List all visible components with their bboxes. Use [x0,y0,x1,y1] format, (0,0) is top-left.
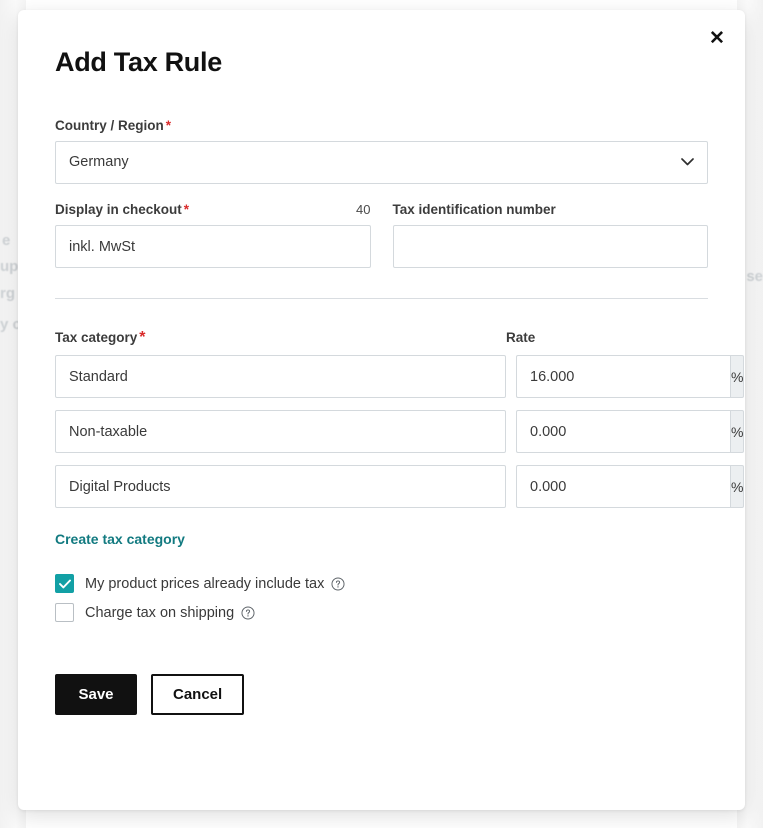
save-button[interactable]: Save [55,674,137,716]
country-region-field-group: Country / Region * [55,118,708,184]
help-icon[interactable] [241,606,255,620]
option-label: My product prices already include tax [85,576,345,592]
country-region-label-text: Country / Region [55,117,164,133]
tax-rate-input[interactable] [516,465,730,509]
percent-suffix: % [730,355,745,399]
display-in-checkout-label-row: Display in checkout * 40 [55,202,371,225]
required-asterisk: * [183,201,190,217]
country-region-label: Country / Region * [55,118,708,134]
tax-rate-cell: % [516,355,745,399]
option-charge-tax-on-shipping: Charge tax on shipping [55,603,708,623]
dialog-body: Add Tax Rule Country / Region* Displ [18,10,745,716]
backdrop-ghost-text: e [2,232,11,249]
table-row: % [55,355,745,399]
tax-rate-cell: % [516,465,745,509]
tax-identification-number-field-group: Tax identification number [392,201,708,269]
tax-category-table-header: Tax category * Rate [55,329,708,347]
section-divider [55,298,708,300]
tax-options-group: My product prices already include tax Ch… [55,574,708,623]
checkbox-charge-tax-on-shipping[interactable] [55,603,74,623]
checkout-and-taxid-row: Display in checkout* 40 Tax identificati… [55,201,708,269]
tax-category-name-input[interactable] [55,410,506,454]
close-icon[interactable]: ✕ [697,18,737,58]
backdrop-ghost-text: rg [0,285,15,302]
checkbox-prices-include-tax[interactable] [55,574,74,594]
tax-identification-number-label: Tax identification number [392,201,556,217]
rate-header-text: Rate [506,330,536,346]
tax-rate-input[interactable] [516,355,730,399]
backdrop-ghost-text: se [746,268,763,285]
cancel-button[interactable]: Cancel [151,674,245,716]
tax-category-name-cell [55,465,506,509]
country-region-select-wrap [55,140,708,184]
rate-column-header: Rate [506,329,708,347]
dialog-actions: Save Cancel [55,674,708,716]
tax-rate-input[interactable] [516,410,730,454]
percent-suffix: % [730,465,745,509]
tax-category-name-cell [55,355,506,399]
display-in-checkout-input[interactable] [55,225,371,269]
tax-category-name-input[interactable] [55,465,506,509]
checkmark-icon [58,579,71,588]
display-in-checkout-label: Display in checkout * [55,202,189,218]
tax-category-name-input[interactable] [55,355,506,399]
add-tax-rule-dialog: ✕ Add Tax Rule Country / Region * German… [18,10,745,810]
table-row: % [55,465,745,509]
option-label: Charge tax on shipping [85,605,255,621]
display-in-checkout-label-text: Display in checkout [55,201,182,217]
country-region-select[interactable] [55,140,708,184]
option-label-text: Charge tax on shipping [85,604,235,621]
tax-rate-cell: % [516,410,745,454]
tax-category-column-header: Tax category * [55,329,506,347]
option-label-text: My product prices already include tax [85,575,325,592]
table-row: % [55,410,745,454]
percent-suffix: % [730,410,745,454]
tax-category-header-text: Tax category [55,330,138,346]
help-icon[interactable] [331,577,345,591]
backdrop-ghost-text: up [0,258,19,275]
display-in-checkout-field-group: Display in checkout * 40 [55,202,371,269]
create-tax-category-link[interactable]: Create tax category [55,531,185,547]
tax-category-name-cell [55,410,506,454]
character-counter: 40 [356,201,371,217]
option-prices-include-tax: My product prices already include tax [55,574,708,594]
page-title: Add Tax Rule [55,47,222,77]
required-asterisk: * [165,117,172,133]
required-asterisk: * [139,329,146,347]
tax-identification-number-input[interactable] [392,225,708,269]
